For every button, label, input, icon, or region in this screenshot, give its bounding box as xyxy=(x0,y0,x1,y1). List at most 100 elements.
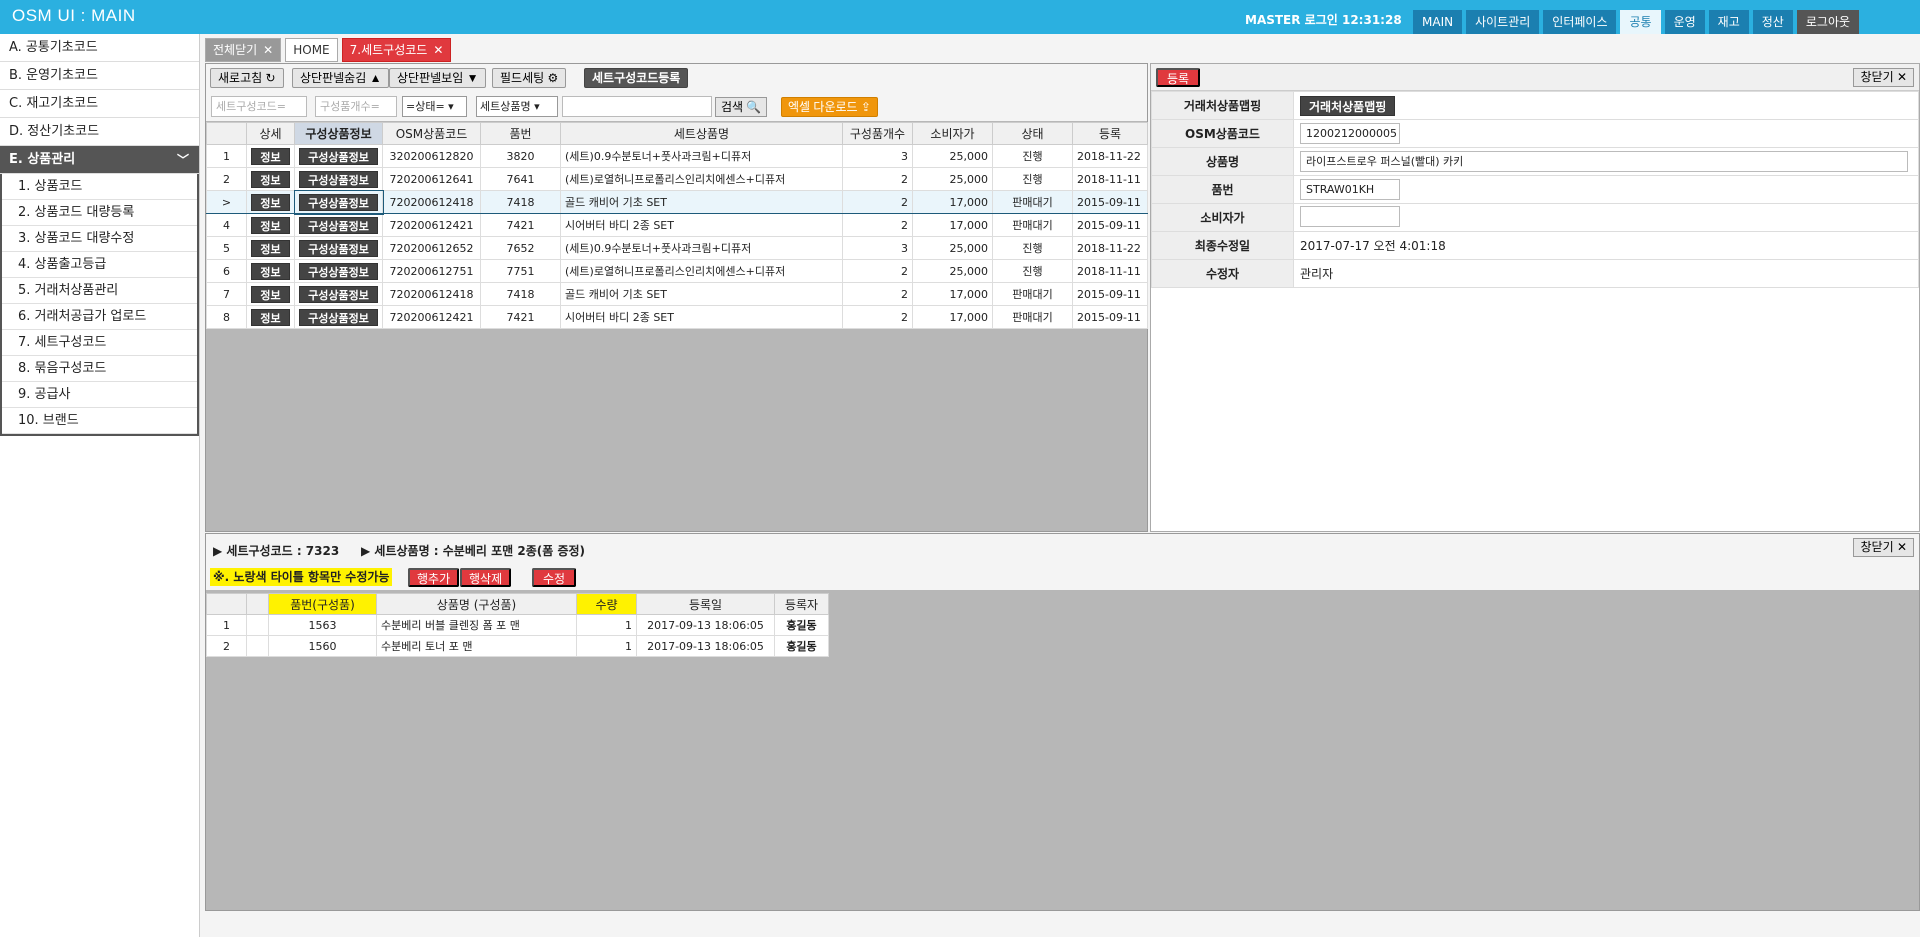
component-info-button[interactable]: 구성상품정보 xyxy=(299,239,378,257)
components-panel-header: ▶ 세트구성코드 : 7323 ▶ 세트상품명 : 수분베리 포맨 2종(폼 증… xyxy=(206,534,1919,590)
table-row[interactable]: 6 정보 구성상품정보 720200612751 7751 (세트)로열허니프로… xyxy=(206,259,1148,283)
quantity-cell[interactable]: 1 xyxy=(576,635,637,657)
sidebar-group-settlement-codes[interactable]: D. 정산기초코드 xyxy=(0,118,199,146)
sidebar-item-suppliers[interactable]: 9. 공급사 xyxy=(2,382,197,408)
table-header-row: 품번(구성품) 상품명 (구성품) 수량 등록일 등록자 xyxy=(206,593,829,615)
table-row[interactable]: 7 정보 구성상품정보 720200612418 7418 골드 캐비어 기초 … xyxy=(206,282,1148,306)
sidebar-item-vendor-products[interactable]: 5. 거래처상품관리 xyxy=(2,278,197,304)
info-button[interactable]: 정보 xyxy=(251,216,290,234)
sidebar-item-bundle-codes[interactable]: 8. 묶음구성코드 xyxy=(2,356,197,382)
info-button[interactable]: 정보 xyxy=(251,239,290,257)
nav-site-admin[interactable]: 사이트관리 xyxy=(1466,10,1540,34)
component-count-filter-input[interactable]: 구성품개수= xyxy=(315,96,397,117)
excel-download-button[interactable]: 엑셀 다운로드 ⇪ xyxy=(781,97,878,117)
component-item-no-cell[interactable]: 1560 xyxy=(268,635,377,657)
table-row[interactable]: 4 정보 구성상품정보 720200612421 7421 시어버터 바디 2종… xyxy=(206,213,1148,237)
col-header-component-name[interactable]: 상품명 (구성품) xyxy=(376,593,577,615)
col-header-components[interactable]: 구성상품정보 xyxy=(294,122,383,145)
row-check-cell[interactable] xyxy=(246,614,269,636)
component-item-no-cell[interactable]: 1563 xyxy=(268,614,377,636)
info-button[interactable]: 정보 xyxy=(251,147,290,165)
sidebar-group-operation-codes[interactable]: B. 운영기초코드 xyxy=(0,62,199,90)
component-info-button[interactable]: 구성상품정보 xyxy=(299,147,378,165)
hide-top-panel-button[interactable]: 상단판넬숨김 ▲ xyxy=(292,68,390,88)
sidebar-group-common-codes[interactable]: A. 공통기초코드 xyxy=(0,34,199,62)
vendor-mapping-button[interactable]: 거래처상품맵핑 xyxy=(1300,95,1396,116)
component-info-button[interactable]: 구성상품정보 xyxy=(299,262,378,280)
col-header-detail[interactable]: 상세 xyxy=(246,122,295,145)
product-name-field[interactable]: 라이프스트로우 퍼스널(빨대) 카키 xyxy=(1300,151,1908,172)
tab-set-codes[interactable]: 7.세트구성코드 ✕ xyxy=(341,38,452,62)
show-top-panel-button[interactable]: 상단판넬보임 ▼ xyxy=(389,68,487,88)
save-edit-button[interactable]: 수정 xyxy=(532,568,577,587)
retail-price-field[interactable] xyxy=(1300,205,1400,227)
col-header-item-no[interactable]: 품번 xyxy=(480,122,561,145)
col-header-quantity[interactable]: 수량 xyxy=(576,593,637,615)
col-header-component-item-no[interactable]: 품번(구성품) xyxy=(268,593,377,615)
sidebar-group-inventory-codes[interactable]: C. 재고기초코드 xyxy=(0,90,199,118)
detail-register-button[interactable]: 등록 xyxy=(1156,68,1201,87)
info-button[interactable]: 정보 xyxy=(251,193,290,211)
set-code-filter-input[interactable]: 세트구성코드= xyxy=(211,96,307,117)
info-button[interactable]: 정보 xyxy=(251,308,290,326)
nav-main[interactable]: MAIN xyxy=(1413,10,1463,34)
col-header-status[interactable]: 상태 xyxy=(992,122,1073,145)
delete-row-button[interactable]: 행삭제 xyxy=(460,568,512,587)
info-button[interactable]: 정보 xyxy=(251,285,290,303)
col-header-component-count[interactable]: 구성품개수 xyxy=(842,122,913,145)
sidebar-item-bulk-register[interactable]: 2. 상품코드 대량등록 xyxy=(2,200,197,226)
table-row[interactable]: 1 정보 구성상품정보 320200612820 3820 (세트)0.9수분토… xyxy=(206,144,1148,168)
table-row[interactable]: 5 정보 구성상품정보 720200612652 7652 (세트)0.9수분토… xyxy=(206,236,1148,260)
close-icon[interactable]: ✕ xyxy=(263,39,273,61)
nav-operation[interactable]: 운영 xyxy=(1664,10,1705,34)
sidebar-item-vendor-price-upload[interactable]: 6. 거래처공급가 업로드 xyxy=(2,304,197,330)
table-row[interactable]: 2 정보 구성상품정보 720200612641 7641 (세트)로열허니프로… xyxy=(206,167,1148,191)
col-header-registered-date[interactable]: 등록일 xyxy=(636,593,775,615)
field-setting-button[interactable]: 필드세팅 ⚙ xyxy=(492,68,567,88)
table-row-selected[interactable]: > 정보 구성상품정보 720200612418 7418 골드 캐비어 기초 … xyxy=(206,189,1148,215)
search-button[interactable]: 검색 🔍 xyxy=(715,97,768,117)
search-keyword-input[interactable] xyxy=(562,96,712,117)
refresh-button[interactable]: 새로고침 ↻ xyxy=(210,68,284,88)
add-row-button[interactable]: 행추가 xyxy=(408,568,460,587)
col-header-osm-code[interactable]: OSM상품코드 xyxy=(382,122,481,145)
tab-close-all[interactable]: 전체닫기 ✕ xyxy=(205,38,282,62)
col-header-retail-price[interactable]: 소비자가 xyxy=(912,122,993,145)
detail-close-button[interactable]: 창닫기 ✕ xyxy=(1853,68,1914,87)
register-set-code-button[interactable]: 세트구성코드등록 xyxy=(584,68,689,88)
table-row[interactable]: 1 1563 수분베리 버블 클렌징 폼 포 맨 1 2017-09-13 18… xyxy=(206,614,829,636)
component-info-button[interactable]: 구성상품정보 xyxy=(299,170,378,188)
col-header-registrant[interactable]: 등록자 xyxy=(774,593,829,615)
info-button[interactable]: 정보 xyxy=(251,262,290,280)
nav-interface[interactable]: 인터페이스 xyxy=(1543,10,1617,34)
col-header-set-name[interactable]: 세트상품명 xyxy=(560,122,843,145)
quantity-cell[interactable]: 1 xyxy=(576,614,637,636)
component-info-button[interactable]: 구성상품정보 xyxy=(299,285,378,303)
nav-inventory[interactable]: 재고 xyxy=(1708,10,1749,34)
osm-code-field[interactable]: 1200212000005 xyxy=(1300,123,1400,144)
nav-settlement[interactable]: 정산 xyxy=(1752,10,1793,34)
component-count-cell: 3 xyxy=(842,144,913,168)
status-filter-select[interactable]: =상태= ▾ xyxy=(402,96,467,117)
components-close-button[interactable]: 창닫기 ✕ xyxy=(1853,538,1914,557)
table-row[interactable]: 8 정보 구성상품정보 720200612421 7421 시어버터 바디 2종… xyxy=(206,305,1148,329)
close-icon[interactable]: ✕ xyxy=(433,39,443,61)
sidebar-item-set-codes[interactable]: 7. 세트구성코드 xyxy=(2,330,197,356)
nav-common[interactable]: 공통 xyxy=(1620,10,1661,34)
col-header-registered[interactable]: 등록 xyxy=(1072,122,1148,145)
component-info-button[interactable]: 구성상품정보 xyxy=(299,308,378,326)
item-no-field[interactable]: STRAW01KH xyxy=(1300,179,1400,200)
sidebar-item-bulk-edit[interactable]: 3. 상품코드 대량수정 xyxy=(2,226,197,252)
sidebar-group-product-management[interactable]: E. 상품관리 ﹀ xyxy=(0,146,199,174)
table-row[interactable]: 2 1560 수분베리 토너 포 맨 1 2017-09-13 18:06:05… xyxy=(206,635,829,657)
info-button[interactable]: 정보 xyxy=(251,170,290,188)
row-check-cell[interactable] xyxy=(246,635,269,657)
sidebar-item-brands[interactable]: 10. 브랜드 xyxy=(2,408,197,434)
sidebar-item-shipping-grade[interactable]: 4. 상품출고등급 xyxy=(2,252,197,278)
tab-home[interactable]: HOME xyxy=(285,38,338,62)
component-info-button[interactable]: 구성상품정보 xyxy=(299,216,378,234)
sidebar-item-product-code[interactable]: 1. 상품코드 xyxy=(2,174,197,200)
component-info-button[interactable]: 구성상품정보 xyxy=(299,193,378,211)
search-field-select[interactable]: 세트상품명 ▾ xyxy=(476,96,558,117)
logout-button[interactable]: 로그아웃 xyxy=(1796,10,1860,34)
